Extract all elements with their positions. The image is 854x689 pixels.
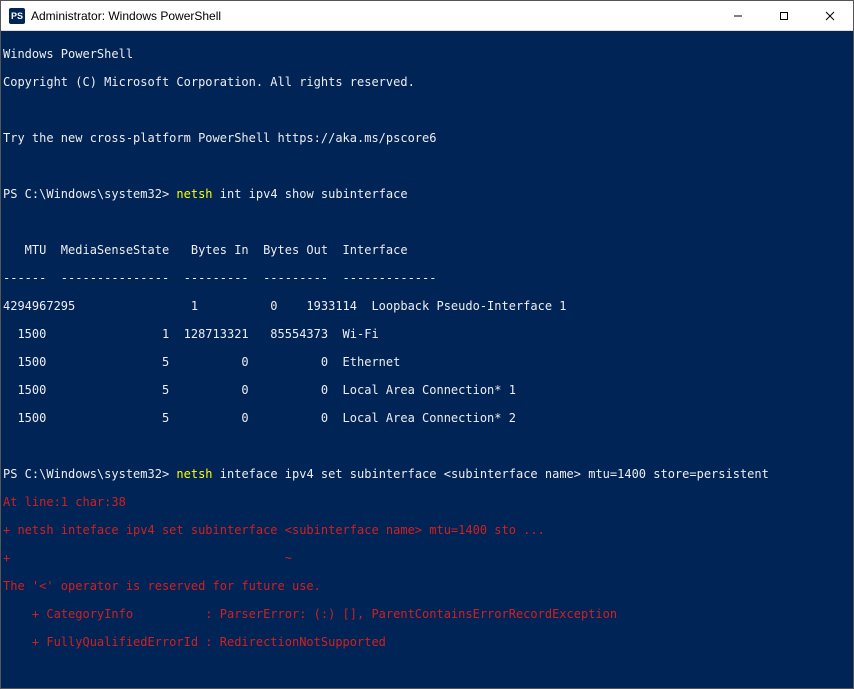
- blank: [3, 663, 853, 677]
- close-button[interactable]: [807, 1, 853, 30]
- blank: [3, 103, 853, 117]
- blank: [3, 215, 853, 229]
- maximize-button[interactable]: [761, 1, 807, 30]
- table-header: MTU MediaSenseState Bytes In Bytes Out I…: [3, 243, 853, 257]
- error-line: The '<' operator is reserved for future …: [3, 579, 853, 593]
- error-line: + netsh inteface ipv4 set subinterface <…: [3, 523, 853, 537]
- cmd-netsh: netsh: [176, 467, 212, 481]
- header-line: Windows PowerShell: [3, 47, 853, 61]
- titlebar[interactable]: PS Administrator: Windows PowerShell: [1, 1, 853, 31]
- table-row: 1500 1 128713321 85554373 Wi-Fi: [3, 327, 853, 341]
- error-line: + CategoryInfo : ParserError: (:) [], Pa…: [3, 607, 853, 621]
- title-left: PS Administrator: Windows PowerShell: [1, 8, 221, 24]
- try-line: Try the new cross-platform PowerShell ht…: [3, 131, 853, 145]
- terminal-area[interactable]: Windows PowerShell Copyright (C) Microso…: [1, 31, 853, 688]
- window-frame: PS Administrator: Windows PowerShell Win…: [0, 0, 854, 689]
- window-controls: [715, 1, 853, 30]
- blank: [3, 439, 853, 453]
- window-title: Administrator: Windows PowerShell: [31, 9, 221, 23]
- table-row: 1500 5 0 0 Ethernet: [3, 355, 853, 369]
- table-row: 1500 5 0 0 Local Area Connection* 2: [3, 411, 853, 425]
- prompt-line-1: PS C:\Windows\system32> netsh int ipv4 s…: [3, 187, 853, 201]
- cmd-netsh: netsh: [176, 187, 212, 201]
- table-row: 4294967295 1 0 1933114 Loopback Pseudo-I…: [3, 299, 853, 313]
- minimize-button[interactable]: [715, 1, 761, 30]
- prompt-line-2: PS C:\Windows\system32> netsh inteface i…: [3, 467, 853, 481]
- error-line: + FullyQualifiedErrorId : RedirectionNot…: [3, 635, 853, 649]
- table-row: 1500 5 0 0 Local Area Connection* 1: [3, 383, 853, 397]
- copyright-line: Copyright (C) Microsoft Corporation. All…: [3, 75, 853, 89]
- error-line: At line:1 char:38: [3, 495, 853, 509]
- error-line: + ~: [3, 551, 853, 565]
- powershell-icon: PS: [9, 8, 25, 24]
- blank: [3, 159, 853, 173]
- table-sep: ------ --------------- --------- -------…: [3, 271, 853, 285]
